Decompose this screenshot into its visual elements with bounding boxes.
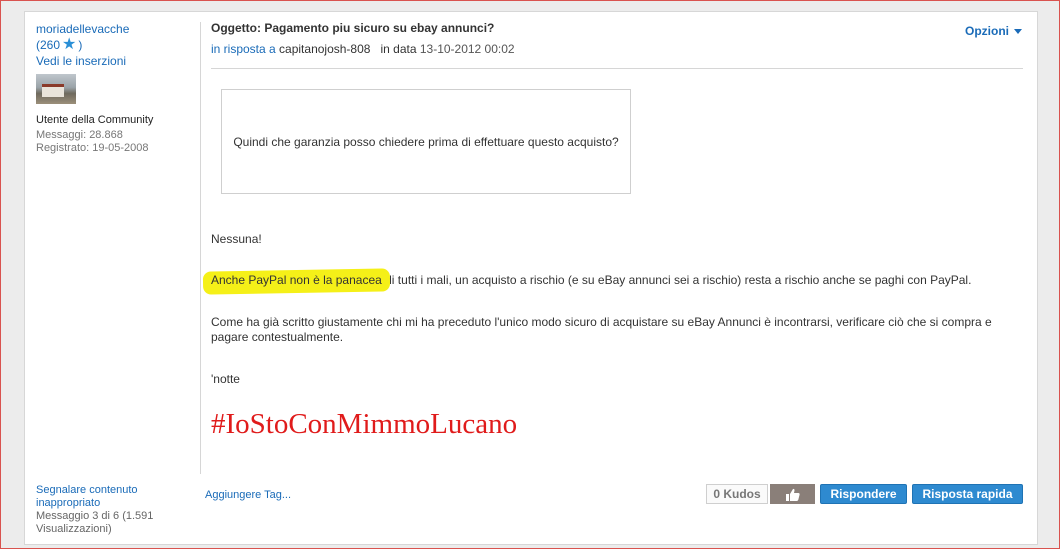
body-paragraph-2-rest: di tutti i mali, un acquisto a rischio (… (381, 273, 972, 287)
reply-button[interactable]: Rispondere (820, 484, 907, 504)
body-paragraph-4: 'notte (211, 372, 240, 386)
star-icon: ★ (62, 36, 77, 53)
header-divider (211, 68, 1023, 69)
body-paragraph-2: Anche PayPal non è la panacea di tutti i… (211, 273, 1026, 288)
author-registered: Registrato: 19-05-2008 (36, 142, 149, 154)
author-kudos-close: ) (78, 38, 83, 52)
author-name-link[interactable]: moriadellevacche (36, 22, 196, 36)
post-subject: Oggetto: Pagamento piu sicuro su ebay an… (211, 21, 495, 35)
message-count: Messaggio 3 di 6 (1.591 Visualizzazioni) (36, 510, 154, 535)
thumbs-up-icon (785, 488, 800, 501)
body-paragraph-3: Come ha già scritto giustamente chi mi h… (211, 315, 992, 344)
reply-to-user[interactable]: capitanojosh-808 (279, 42, 370, 56)
see-listings-link[interactable]: Vedi le inserzioni (36, 54, 196, 68)
reply-button-label: Rispondere (830, 487, 897, 501)
body-paragraph-1: Nessuna! (211, 232, 262, 246)
options-label: Opzioni (965, 24, 1009, 38)
author-messages: Messaggi: 28.868 (36, 129, 123, 141)
kudos-count-label: 0 Kudos (713, 487, 761, 501)
report-content-link[interactable]: Segnalare contenuto inappropriato (36, 484, 166, 510)
quick-reply-button[interactable]: Risposta rapida (912, 484, 1023, 504)
quote-text: Quindi che garanzia posso chiedere prima… (233, 134, 619, 149)
signature-hashtag: #IoStoConMimmoLucano (211, 408, 518, 440)
author-kudos: (260 ★ ) (36, 36, 196, 53)
add-tag-link[interactable]: Aggiungere Tag... (205, 489, 291, 501)
author-kudos-count: (260 (36, 38, 61, 52)
quick-reply-label: Risposta rapida (922, 487, 1013, 501)
kudos-count-button[interactable]: 0 Kudos (706, 484, 768, 504)
avatar[interactable] (36, 74, 76, 104)
highlighted-text: Anche PayPal non è la panacea (211, 273, 382, 287)
quoted-text: Quindi che garanzia posso chiedere prima… (221, 89, 631, 194)
give-kudos-button[interactable] (770, 484, 815, 504)
reply-prefix: in risposta a (211, 42, 276, 56)
chevron-down-icon (1014, 28, 1022, 34)
post-date: 13-10-2012 00:02 (419, 42, 515, 56)
author-role: Utente della Community (36, 114, 154, 126)
sidebar-divider (200, 22, 201, 474)
date-prefix: in data (380, 42, 417, 56)
reply-info: in risposta a capitanojosh-808 in data 1… (211, 42, 515, 56)
author-sidebar: moriadellevacche (260 ★ ) Vedi le inserz… (36, 22, 196, 155)
options-menu[interactable]: Opzioni (965, 24, 1022, 38)
